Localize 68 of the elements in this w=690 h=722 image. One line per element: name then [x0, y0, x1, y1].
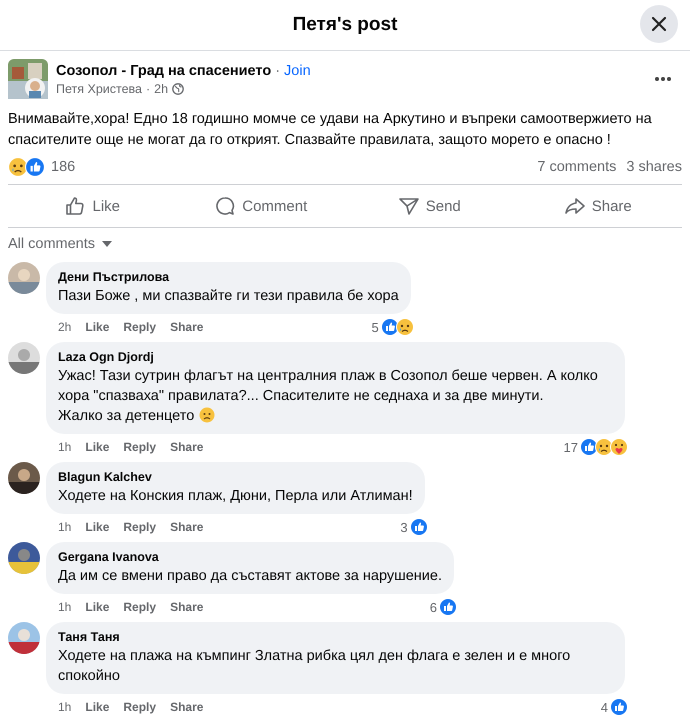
sad-reaction-icon	[396, 318, 414, 336]
share-link[interactable]: Share	[170, 320, 204, 334]
comment-text: Да им се вмени право да съставят актове за нарушение.	[58, 567, 442, 586]
reply-link[interactable]: Reply	[123, 520, 156, 534]
like-reaction-icon	[439, 598, 458, 616]
like-link[interactable]: Like	[85, 320, 110, 334]
comment-text: Ходете на Конския плаж, Дюни, Перла или Атлиман!	[58, 487, 413, 506]
reaction-count[interactable]: 6	[430, 600, 438, 614]
more-icon[interactable]	[654, 76, 672, 82]
like-link[interactable]: Like	[85, 600, 110, 614]
reaction-count[interactable]: 186	[51, 159, 76, 175]
like-link[interactable]: Like	[85, 440, 110, 454]
like-button[interactable]: Like	[8, 189, 176, 223]
comment-time[interactable]: 1h	[58, 700, 72, 714]
comment-button[interactable]: Comment	[176, 189, 345, 223]
send-button[interactable]: Send	[345, 189, 514, 223]
separator-dot: ·	[146, 82, 150, 96]
post-text: Внимавайте,хора! Едно 18 годишно момче се удави на Аркутино и въпреки самоотвержието на спасителите още не могат да го открият. Спазвайте правилата, защото морето е опасно !	[8, 110, 653, 150]
reaction-count[interactable]: 5	[371, 320, 379, 334]
close-button[interactable]	[640, 5, 678, 43]
share-link[interactable]: Share	[170, 440, 204, 454]
commenter-name[interactable]: Laza Ogn Djordj	[58, 350, 613, 364]
comment-time[interactable]: 1h	[58, 440, 72, 454]
close-icon	[651, 16, 667, 32]
commenter-name[interactable]: Gergana Ivanova	[58, 550, 442, 564]
join-link[interactable]: Join	[284, 62, 311, 78]
share-link[interactable]: Share	[170, 600, 204, 614]
reaction-count[interactable]: 17	[564, 440, 578, 454]
comment-time[interactable]: 2h	[58, 320, 72, 334]
like-link[interactable]: Like	[85, 520, 110, 534]
speech-bubble-icon	[214, 195, 236, 217]
reaction-count[interactable]: 4	[600, 700, 608, 714]
post-time[interactable]: 2h	[154, 82, 168, 96]
commenter-name[interactable]: Дени Пъстрилова	[58, 270, 399, 284]
like-link[interactable]: Like	[85, 700, 110, 714]
commenter-name[interactable]: Blagun Kalchev	[58, 470, 413, 484]
reaction-count[interactable]: 3	[400, 520, 408, 534]
comments-count[interactable]: 7 comments	[537, 159, 616, 175]
share-link[interactable]: Share	[170, 700, 204, 714]
author-name[interactable]: Петя Христева	[56, 82, 142, 96]
reply-link[interactable]: Reply	[123, 600, 156, 614]
reply-link[interactable]: Reply	[123, 320, 156, 334]
separator-dot: ·	[275, 62, 280, 78]
share-button[interactable]: Share	[514, 189, 682, 223]
comment-time[interactable]: 1h	[58, 600, 72, 614]
share-arrow-icon	[564, 195, 586, 217]
commenter-name[interactable]: Таня Таня	[58, 630, 613, 644]
comment-time[interactable]: 1h	[58, 520, 72, 534]
sad-reaction-icon	[8, 157, 28, 177]
comment-text: Ходете на плажа на къмпинг Златна рибка цял ден флага е зелен и е много спокойно	[58, 647, 572, 686]
comment-text: Пази Боже , ми спазвайте ги тези правила бе хора	[58, 287, 399, 306]
like-reaction-icon	[25, 157, 45, 177]
post-title: Петя's post	[292, 14, 398, 36]
share-link[interactable]: Share	[170, 520, 204, 534]
reply-link[interactable]: Reply	[123, 700, 156, 714]
thumbs-up-icon	[64, 195, 86, 217]
like-reaction-icon	[610, 698, 628, 716]
care-reaction-icon	[610, 438, 628, 456]
shares-count[interactable]: 3 shares	[626, 159, 682, 175]
caret-icon	[101, 240, 114, 248]
comment-text: Ужас! Тази сутрин флагът на централния плаж в Созопол беше червен. А колко хора "спазваха" правилата?... Спасителите не седнаха и за две минути. Жалко за детенцето	[58, 367, 599, 426]
frowning-face-icon	[199, 407, 216, 423]
paper-plane-icon	[398, 195, 420, 217]
globe-icon	[172, 82, 184, 94]
group-name[interactable]: Созопол - Град на спасението	[56, 62, 272, 78]
like-reaction-icon	[410, 518, 428, 536]
comments-filter-dropdown[interactable]: All comments	[8, 236, 114, 252]
reply-link[interactable]: Reply	[123, 440, 156, 454]
